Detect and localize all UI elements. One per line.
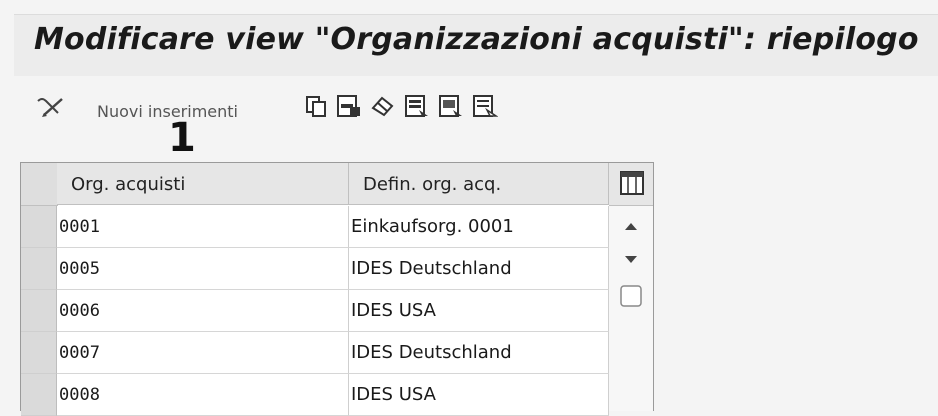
edit-icon[interactable]: [34, 96, 66, 120]
save-icon[interactable]: [336, 94, 362, 118]
deselect-all-icon[interactable]: [472, 94, 498, 118]
row-selector[interactable]: [21, 206, 57, 248]
cell-org-code[interactable]: 0007: [57, 332, 349, 374]
scroll-up-icon[interactable]: [617, 212, 645, 240]
scroll-down-icon[interactable]: [617, 246, 645, 274]
row-selector[interactable]: [21, 248, 57, 290]
callout-marker: 1: [168, 115, 196, 161]
cell-org-name[interactable]: IDES Deutschland: [349, 332, 609, 374]
row-selector[interactable]: [21, 332, 57, 374]
copy-icon[interactable]: [304, 94, 328, 118]
cell-org-name[interactable]: IDES Deutschland: [349, 248, 609, 290]
cell-org-code[interactable]: 0005: [57, 248, 349, 290]
select-block-icon[interactable]: [438, 94, 464, 118]
column-header-defin-org-acq[interactable]: Defin. org. acq.: [349, 163, 609, 205]
cell-org-name[interactable]: Einkaufsorg. 0001: [349, 206, 609, 248]
table-settings-icon: [620, 171, 644, 195]
cell-org-code[interactable]: 0001: [57, 206, 349, 248]
column-header-org-acquisti[interactable]: Org. acquisti: [57, 163, 349, 205]
cell-org-code[interactable]: 0006: [57, 290, 349, 332]
select-all-rows-button[interactable]: [21, 163, 58, 206]
vertical-scrollbar[interactable]: [609, 206, 653, 411]
scroll-thumb[interactable]: [617, 282, 645, 310]
cell-org-name[interactable]: IDES USA: [349, 290, 609, 332]
column-config-button[interactable]: [609, 163, 653, 206]
undo-icon[interactable]: [370, 94, 396, 118]
select-all-icon[interactable]: [404, 94, 430, 118]
row-selector[interactable]: [21, 290, 57, 332]
data-table: Org. acquisti Defin. org. acq. 0001 Eink…: [20, 162, 654, 416]
page-title: Modificare view "Organizzazioni acquisti…: [34, 22, 919, 57]
